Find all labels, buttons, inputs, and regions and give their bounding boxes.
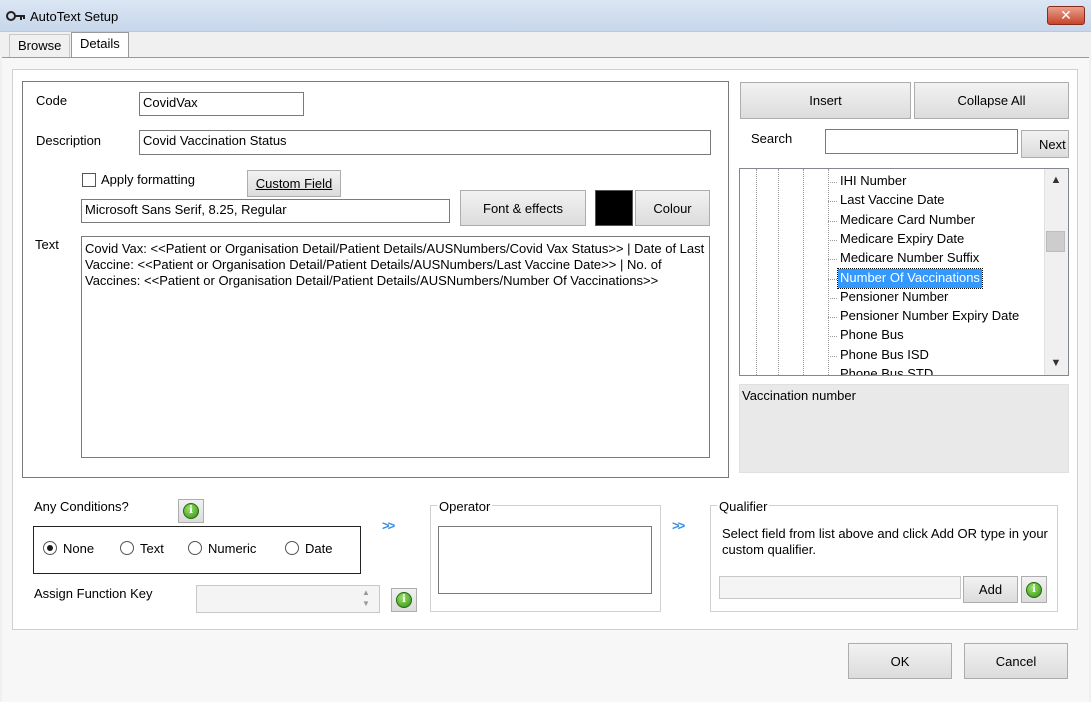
conditions-info-button[interactable]: i (178, 499, 204, 523)
ok-button[interactable]: OK (848, 643, 952, 679)
tree-item[interactable]: Pensioner Number (838, 288, 950, 307)
add-button[interactable]: Add (963, 576, 1018, 603)
radio-date[interactable] (285, 541, 299, 555)
close-icon: ✕ (1060, 7, 1072, 23)
tree-connector (828, 278, 837, 280)
green-info-icon: i (396, 592, 412, 608)
tree-connector (828, 182, 837, 183)
function-key-info-button[interactable]: i (391, 588, 417, 612)
insert-button[interactable]: Insert (740, 82, 911, 119)
tree-guide-line (828, 169, 829, 375)
tree-item[interactable]: Last Vaccine Date (838, 191, 947, 210)
tree-connector (828, 355, 837, 357)
font-effects-button[interactable]: Font & effects (460, 190, 586, 226)
radio-text-label: Text (140, 541, 164, 556)
code-input[interactable]: CovidVax (139, 92, 304, 116)
apply-formatting-label: Apply formatting (101, 172, 195, 187)
tab-browse[interactable]: Browse (9, 34, 71, 58)
tree-connector (828, 239, 837, 241)
green-info-icon: i (1026, 581, 1042, 598)
radio-date-label: Date (305, 541, 333, 556)
arrow-right-icon: >> (382, 518, 395, 533)
tree-connector (828, 259, 837, 261)
tree-item[interactable]: Phone Bus STD (838, 365, 935, 375)
text-label: Text (35, 237, 59, 252)
assign-function-key-label: Assign Function Key (34, 586, 153, 601)
field-description-box: Vaccination number (739, 384, 1069, 473)
arrow-right-icon: >> (672, 518, 685, 533)
tree-item[interactable]: Number Of Vaccinations (837, 267, 983, 289)
tree-item[interactable]: Pensioner Number Expiry Date (838, 307, 1021, 326)
close-button[interactable]: ✕ (1047, 6, 1085, 25)
spinner-arrows-icon[interactable]: ▲ ▼ (362, 587, 370, 609)
key-icon (6, 11, 25, 21)
scroll-up-icon[interactable]: ▲ (1044, 174, 1068, 186)
radio-text[interactable] (120, 541, 134, 555)
tree-guide-line (803, 169, 804, 375)
tree-item[interactable]: Phone Bus ISD (838, 346, 931, 365)
tree-connector (828, 201, 837, 203)
radio-numeric-label: Numeric (208, 541, 257, 556)
green-info-icon: i (183, 503, 199, 519)
qualifier-info-button[interactable]: i (1021, 576, 1047, 603)
collapse-all-button[interactable]: Collapse All (914, 82, 1069, 119)
operator-label: Operator (437, 499, 493, 514)
tree-item[interactable]: Medicare Number Suffix (838, 249, 981, 268)
apply-formatting-checkbox[interactable] (82, 173, 96, 187)
font-input[interactable]: Microsoft Sans Serif, 8.25, Regular (81, 199, 450, 223)
tree-guide-line (778, 169, 779, 375)
tree-scroll-thumb[interactable] (1046, 231, 1065, 252)
tree-connector (828, 220, 837, 222)
description-input[interactable]: Covid Vaccination Status (139, 130, 711, 155)
next-button[interactable]: Next (1021, 130, 1069, 158)
text-textarea[interactable]: Covid Vax: <<Patient or Organisation Det… (81, 236, 710, 458)
qualifier-input[interactable] (719, 576, 961, 599)
tree-item[interactable]: IHI Number (838, 172, 908, 191)
tree-scrollbar[interactable] (1044, 169, 1068, 375)
tree-connector (828, 375, 837, 376)
window-title: AutoText Setup (30, 9, 119, 24)
function-key-select[interactable] (196, 585, 380, 613)
tree-item[interactable]: Medicare Card Number (838, 211, 977, 230)
field-tree[interactable]: IHI Number Last Vaccine Date Medicare Card… (739, 168, 1069, 376)
scroll-down-icon[interactable]: ▼ (1044, 357, 1068, 369)
title-bar: AutoText Setup ✕ (0, 0, 1091, 32)
tree-connector (828, 297, 837, 299)
qualifier-label: Qualifier (717, 499, 770, 514)
operator-list[interactable] (438, 526, 652, 594)
tree-connector (828, 336, 837, 338)
tree-item[interactable]: Medicare Expiry Date (838, 230, 966, 249)
custom-field-button[interactable]: Custom Field (247, 170, 341, 197)
code-label: Code (36, 93, 68, 108)
tree-connector (828, 317, 837, 319)
tree-item[interactable]: Phone Bus (838, 326, 906, 345)
radio-none[interactable] (43, 541, 57, 555)
cancel-button[interactable]: Cancel (964, 643, 1068, 679)
description-label: Description (36, 133, 102, 148)
tree-guide-line (756, 169, 757, 375)
search-input[interactable] (825, 129, 1018, 154)
any-conditions-label: Any Conditions? (34, 499, 129, 514)
search-label: Search (751, 131, 793, 146)
radio-none-label: None (63, 541, 95, 556)
qualifier-hint: Select field from list above and click A… (722, 526, 1048, 557)
colour-swatch[interactable] (595, 190, 633, 226)
colour-button[interactable]: Colour (635, 190, 710, 226)
tab-details[interactable]: Details (71, 32, 129, 58)
radio-numeric[interactable] (188, 541, 202, 555)
